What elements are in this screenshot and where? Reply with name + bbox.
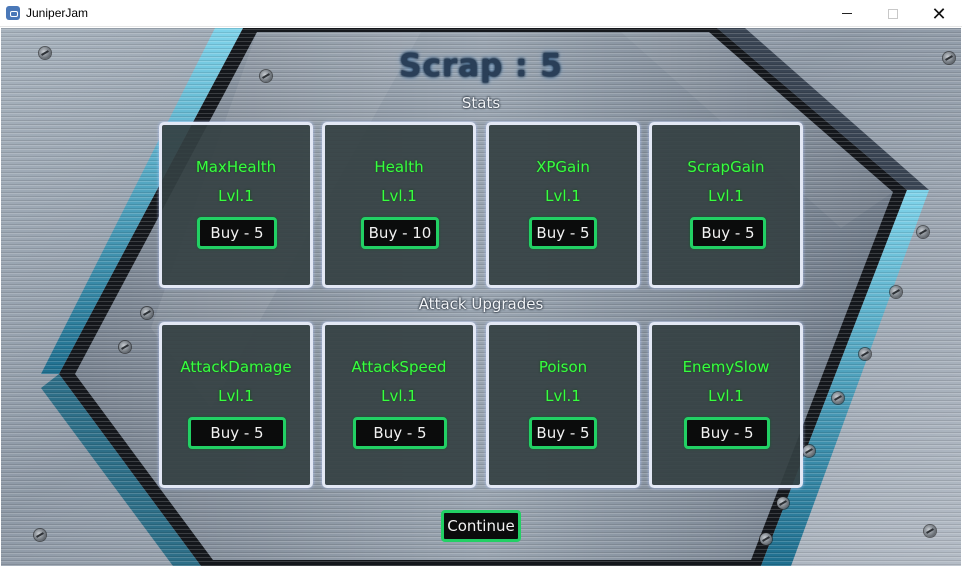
scrap-counter: Scrap : 5 xyxy=(399,48,563,84)
attack-section-label: Attack Upgrades xyxy=(418,295,544,313)
upgrade-card-enemyslow: EnemySlow Lvl.1 Buy - 5 xyxy=(649,322,803,488)
close-icon: ✕ xyxy=(931,3,947,24)
buy-attackspeed-button[interactable]: Buy - 5 xyxy=(353,417,447,449)
upgrade-level: Lvl.1 xyxy=(218,187,254,205)
bolt-icon xyxy=(34,529,46,541)
buy-health-button[interactable]: Buy - 10 xyxy=(361,217,439,249)
buy-scrapgain-button[interactable]: Buy - 5 xyxy=(690,217,766,249)
buy-attackdamage-button[interactable]: Buy - 5 xyxy=(188,417,286,449)
close-button[interactable]: ✕ xyxy=(916,0,962,27)
upgrade-level: Lvl.1 xyxy=(545,187,581,205)
bolt-icon xyxy=(859,348,871,360)
maximize-icon xyxy=(888,8,898,19)
upgrade-name: XPGain xyxy=(536,158,590,176)
buy-poison-button[interactable]: Buy - 5 xyxy=(529,417,597,449)
stats-section-label: Stats xyxy=(461,94,501,112)
bolt-icon xyxy=(777,497,789,509)
buy-xpgain-button[interactable]: Buy - 5 xyxy=(529,217,597,249)
upgrade-level: Lvl.1 xyxy=(708,187,744,205)
game-viewport: Scrap : 5 Stats MaxHealth Lvl.1 Buy - 5 … xyxy=(1,28,961,566)
upgrade-level: Lvl.1 xyxy=(708,387,744,405)
upgrade-name: AttackDamage xyxy=(180,358,292,376)
upgrade-name: Health xyxy=(374,158,424,176)
upgrade-name: AttackSpeed xyxy=(351,358,447,376)
continue-button[interactable]: Continue xyxy=(441,510,521,542)
buy-enemyslow-button[interactable]: Buy - 5 xyxy=(684,417,770,449)
bolt-icon xyxy=(119,341,131,353)
upgrade-card-attackspeed: AttackSpeed Lvl.1 Buy - 5 xyxy=(322,322,476,488)
upgrade-level: Lvl.1 xyxy=(381,387,417,405)
upgrade-level: Lvl.1 xyxy=(381,187,417,205)
upgrade-name: MaxHealth xyxy=(195,158,277,176)
buy-maxhealth-button[interactable]: Buy - 5 xyxy=(197,217,277,249)
upgrade-card-attackdamage: AttackDamage Lvl.1 Buy - 5 xyxy=(159,322,313,488)
upgrade-level: Lvl.1 xyxy=(545,387,581,405)
upgrade-level: Lvl.1 xyxy=(218,387,254,405)
bolt-icon xyxy=(832,392,844,404)
upgrade-name: EnemySlow xyxy=(682,358,770,376)
minimize-icon xyxy=(842,13,852,14)
upgrade-name: ScrapGain xyxy=(687,158,765,176)
upgrade-card-maxhealth: MaxHealth Lvl.1 Buy - 5 xyxy=(159,122,313,288)
bolt-icon xyxy=(924,525,936,537)
window-title: JuniperJam xyxy=(26,6,89,20)
app-icon xyxy=(6,6,20,20)
bolt-icon xyxy=(760,533,772,545)
upgrade-card-health: Health Lvl.1 Buy - 10 xyxy=(322,122,476,288)
window-titlebar: JuniperJam ✕ xyxy=(0,0,962,27)
upgrade-card-poison: Poison Lvl.1 Buy - 5 xyxy=(486,322,640,488)
bolt-icon xyxy=(803,445,815,457)
upgrade-card-xpgain: XPGain Lvl.1 Buy - 5 xyxy=(486,122,640,288)
minimize-button[interactable] xyxy=(824,0,870,27)
maximize-button[interactable] xyxy=(870,0,916,27)
upgrade-card-scrapgain: ScrapGain Lvl.1 Buy - 5 xyxy=(649,122,803,288)
upgrade-name: Poison xyxy=(538,358,588,376)
bolt-icon xyxy=(917,226,929,238)
